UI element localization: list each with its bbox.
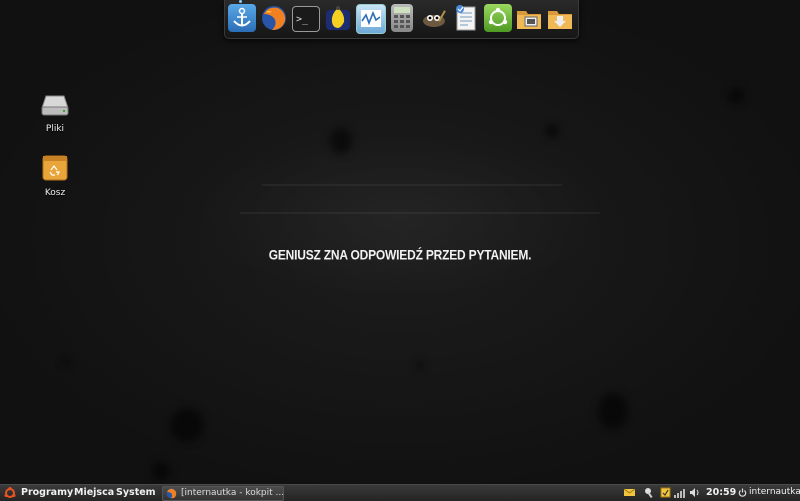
anchor-icon[interactable]	[228, 4, 256, 32]
taskbar-window-button[interactable]: [internautka - kokpit ...	[162, 486, 284, 501]
desktop-wallpaper	[0, 0, 800, 484]
folder-icon[interactable]	[515, 4, 543, 32]
wallpaper-stain	[62, 358, 70, 366]
menu-applications[interactable]: Programy	[21, 487, 73, 498]
trash-icon	[42, 155, 68, 181]
desktop-icon-label: Pliki	[45, 124, 65, 134]
firefox-icon[interactable]	[260, 4, 288, 32]
desktop-icon-label: Kosz	[44, 188, 66, 198]
wallpaper-stain	[416, 362, 424, 370]
text-editor-icon[interactable]	[452, 4, 480, 32]
wallpaper-stain	[728, 88, 744, 104]
wallpaper-stain	[545, 124, 559, 138]
firefox-icon	[166, 488, 177, 499]
taskbar-window-label: [internautka - kokpit ...	[181, 488, 285, 498]
menu-places[interactable]: Miejsca	[74, 487, 114, 498]
svg-text:>_: >_	[296, 14, 309, 25]
update-notifier-icon[interactable]	[660, 487, 671, 498]
gimp-icon[interactable]	[420, 4, 448, 32]
bottom-panel: Programy Miejsca System [internautka - k…	[0, 484, 800, 501]
terminal-icon[interactable]: >_	[292, 6, 320, 32]
downloads-folder-icon[interactable]	[546, 4, 574, 32]
ubuntu-logo-icon[interactable]	[4, 487, 16, 499]
wallpaper-stain	[170, 408, 204, 442]
wallpaper-quote: GENIUSZ ZNA ODPOWIEDŹ PRZED PYTANIEM.	[268, 247, 532, 263]
mail-icon[interactable]	[623, 487, 636, 498]
volume-icon[interactable]	[689, 487, 700, 498]
network-tool-icon[interactable]	[324, 4, 352, 32]
drive-icon	[41, 95, 69, 116]
power-icon[interactable]	[738, 488, 747, 497]
menu-system[interactable]: System	[116, 487, 156, 498]
wallpaper-stain	[598, 393, 628, 429]
user-name[interactable]: internautka	[749, 487, 800, 497]
system-monitor-icon[interactable]	[356, 4, 386, 34]
network-manager-icon[interactable]	[644, 487, 655, 499]
running-indicator	[239, 0, 242, 3]
wallpaper-scratch	[240, 212, 600, 214]
calculator-icon[interactable]	[391, 4, 413, 32]
application-dock: >_	[224, 0, 579, 39]
wallpaper-stain	[330, 128, 352, 154]
desktop-icon-files[interactable]: Pliki	[25, 92, 85, 134]
wallpaper-scratch	[262, 184, 562, 186]
desktop-icon-trash[interactable]: Kosz	[25, 154, 85, 198]
software-center-icon[interactable]	[484, 4, 512, 32]
signal-strength-icon[interactable]	[674, 487, 685, 498]
clock[interactable]: 20:59	[706, 487, 736, 498]
wallpaper-stain	[152, 462, 170, 480]
